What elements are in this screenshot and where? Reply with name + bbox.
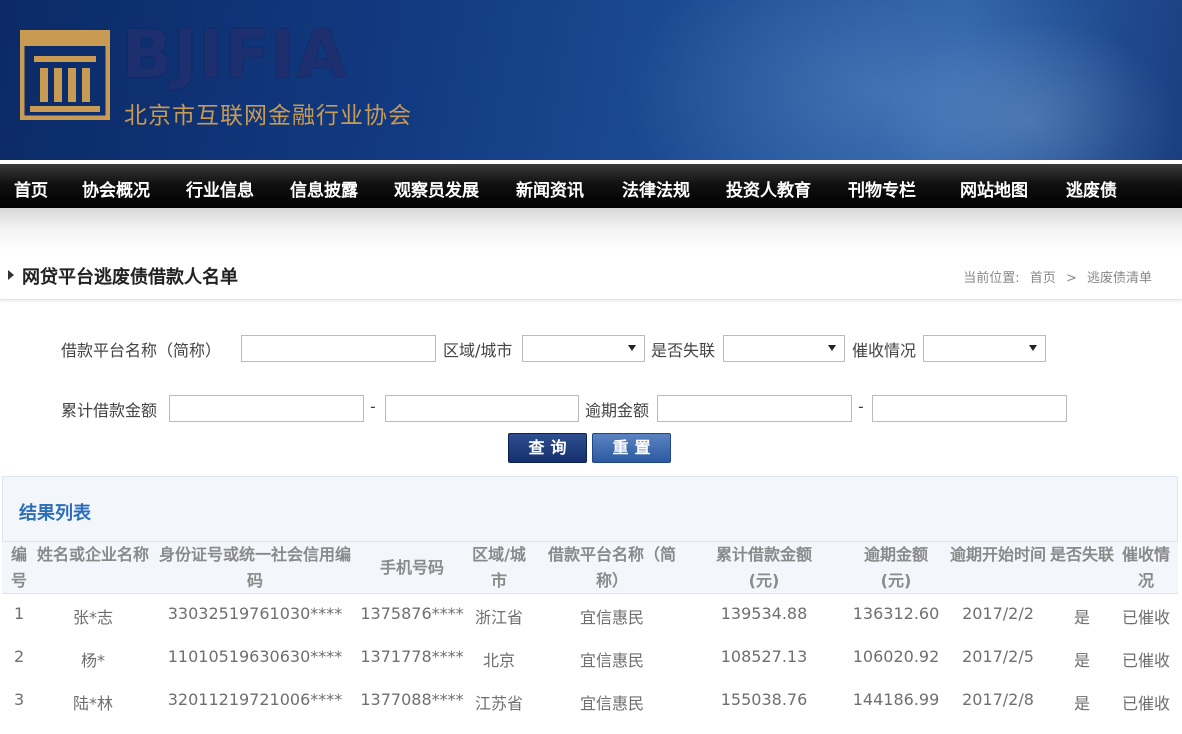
dropdown-arrow-icon	[1029, 345, 1037, 351]
cell-lost-contact: 是	[1073, 608, 1090, 627]
cell-id: 3	[14, 690, 25, 709]
nav-item-investor-edu[interactable]: 投资人教育	[726, 176, 811, 201]
lost-contact-select[interactable]	[723, 335, 845, 362]
nav-item-about[interactable]: 协会概况	[82, 176, 150, 201]
cell-id: 1	[14, 604, 25, 623]
nav-item-disclosure[interactable]: 信息披露	[290, 176, 358, 201]
logo-icon[interactable]	[20, 30, 110, 120]
borrow-amount-min-input[interactable]	[169, 395, 364, 422]
cell-platform: 宜信惠民	[579, 651, 644, 670]
cell-id: 2	[14, 647, 25, 666]
breadcrumb-current[interactable]: 逃废债清单	[1087, 271, 1152, 286]
cell-overdue-amount: 136312.60	[852, 604, 940, 623]
platform-input[interactable]	[241, 335, 436, 362]
nav-item-laws[interactable]: 法律法规	[622, 176, 690, 201]
cell-name: 陆*林	[72, 694, 113, 713]
banner-glow	[880, 20, 1180, 160]
dropdown-arrow-icon	[628, 345, 636, 351]
cell-region: 江苏省	[474, 694, 523, 713]
breadcrumb-home[interactable]: 首页	[1030, 271, 1056, 286]
cell-collection: 已催收	[1121, 608, 1170, 627]
cell-overdue-start: 2017/2/8	[962, 690, 1034, 709]
column-header-collection: 催收情况	[1121, 545, 1170, 590]
borrow-amount-max-input[interactable]	[385, 395, 579, 422]
cell-phone: 1371778****	[360, 647, 464, 666]
table-row: 3 陆*林 32011219721006**** 1377088**** 江苏省 宜信惠民…	[2, 680, 1178, 723]
overdue-amount-max-input[interactable]	[872, 395, 1067, 422]
cell-collection: 已催收	[1121, 651, 1170, 670]
range-separator: -	[858, 397, 864, 416]
cell-region: 北京	[482, 651, 515, 670]
table-header: 编号 姓名或企业名称 身份证号或统一社会信用编码 手机号码 区域/城市 借款平台…	[2, 542, 1178, 594]
column-header-overdue-start: 逾期开始时间	[950, 545, 1046, 564]
nav-item-publications[interactable]: 刊物专栏	[848, 176, 916, 201]
collection-label: 催收情况	[852, 341, 917, 360]
column-header-region: 区域/城市	[472, 545, 526, 590]
caret-right-icon	[8, 270, 14, 280]
cell-borrow-amount: 139534.88	[720, 604, 808, 623]
cell-phone: 1377088****	[360, 690, 464, 709]
breadcrumb-separator: >	[1065, 271, 1077, 286]
cell-id-number: 32011219721006****	[167, 690, 343, 709]
cell-region: 浙江省	[474, 608, 523, 627]
cell-name: 张*志	[72, 608, 113, 627]
nav-item-observer[interactable]: 观察员发展	[394, 176, 479, 201]
region-select[interactable]	[522, 335, 645, 362]
page-title-bar: 网贷平台逃废债借款人名单 当前位置: 首页 > 逃废债清单	[0, 250, 1182, 300]
cell-platform: 宜信惠民	[579, 608, 644, 627]
cell-id-number: 11010519630630****	[167, 647, 343, 666]
nav-item-news[interactable]: 新闻资讯	[516, 176, 584, 201]
column-header-id: 编号	[10, 545, 27, 590]
reset-button[interactable]: 重置	[592, 433, 671, 463]
cell-borrow-amount: 108527.13	[720, 647, 808, 666]
cell-platform: 宜信惠民	[579, 694, 644, 713]
cell-name: 杨*	[80, 651, 105, 670]
range-separator: -	[370, 397, 376, 416]
platform-label: 借款平台名称（简称）	[61, 341, 222, 360]
cell-overdue-start: 2017/2/5	[962, 647, 1034, 666]
nav-item-industry-info[interactable]: 行业信息	[186, 176, 254, 201]
page-title: 网贷平台逃废债借款人名单	[22, 267, 238, 288]
cell-overdue-amount: 106020.92	[852, 647, 940, 666]
cell-id-number: 33032519761030****	[167, 604, 343, 623]
breadcrumb-label: 当前位置:	[963, 271, 1020, 286]
column-header-id-number: 身份证号或统一社会信用编码	[158, 545, 351, 590]
results-heading: 结果列表	[19, 503, 91, 524]
table-row: 1 张*志 33032519761030**** 1375876**** 浙江省 宜信惠民…	[2, 594, 1178, 637]
column-header-phone: 手机号码	[379, 558, 444, 577]
lost-contact-label: 是否失联	[651, 341, 716, 360]
column-header-lost-contact: 是否失联	[1050, 545, 1114, 564]
column-header-name: 姓名或企业名称	[36, 545, 149, 564]
nav-item-home[interactable]: 首页	[14, 176, 48, 201]
breadcrumb: 当前位置: 首页 > 逃废债清单	[957, 267, 1152, 286]
main-nav: 首页 协会概况 行业信息 信息披露 观察员发展 新闻资讯 法律法规 投资人教育 …	[0, 160, 1182, 208]
nav-shadow	[0, 208, 1182, 250]
column-header-borrow-amount: 累计借款金额(元)	[715, 545, 812, 590]
cell-lost-contact: 是	[1073, 651, 1090, 670]
overdue-amount-min-input[interactable]	[657, 395, 852, 422]
column-header-platform: 借款平台名称（简称）	[547, 545, 676, 590]
table-row: 2 杨* 11010519630630**** 1371778**** 北京 宜信惠民 10…	[2, 637, 1178, 680]
overdue-amount-label: 逾期金额	[585, 401, 650, 420]
column-header-overdue-amount: 逾期金额(元)	[863, 545, 928, 590]
nav-item-sitemap[interactable]: 网站地图	[960, 176, 1028, 201]
region-label: 区域/城市	[443, 341, 513, 360]
cell-overdue-start: 2017/2/2	[962, 604, 1034, 623]
cell-borrow-amount: 155038.76	[720, 690, 808, 709]
logo-subtitle: 北京市互联网金融行业协会	[124, 103, 412, 129]
logo-title[interactable]: BJIFIA	[122, 22, 348, 88]
cell-collection: 已催收	[1121, 694, 1170, 713]
search-button[interactable]: 查询	[508, 433, 587, 463]
borrow-amount-label: 累计借款金额	[61, 401, 158, 420]
nav-item-debt-evasion[interactable]: 逃废债	[1066, 176, 1117, 201]
cell-phone: 1375876****	[360, 604, 464, 623]
cell-overdue-amount: 144186.99	[852, 690, 940, 709]
dropdown-arrow-icon	[828, 345, 836, 351]
header-banner: BJIFIA 北京市互联网金融行业协会	[0, 0, 1182, 160]
cell-lost-contact: 是	[1073, 694, 1090, 713]
results-panel-header: 结果列表	[2, 476, 1178, 542]
collection-select[interactable]	[923, 335, 1046, 362]
